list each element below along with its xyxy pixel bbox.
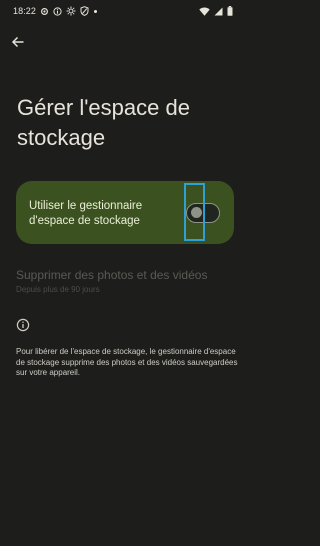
back-button[interactable] xyxy=(8,32,28,52)
info-description: Pour libérer de l'espace de stockage, le… xyxy=(16,347,238,377)
status-notification-icons xyxy=(40,6,98,16)
delete-photos-title: Supprimer des photos et des vidéos xyxy=(16,268,208,282)
shield-icon xyxy=(80,6,89,16)
battery-icon xyxy=(227,6,233,16)
wifi-icon xyxy=(199,7,210,16)
status-bar: 18:22 xyxy=(0,0,245,24)
toggle-thumb xyxy=(191,207,202,218)
signal-icon xyxy=(214,7,223,15)
delete-photos-subtitle: Depuis plus de 90 jours xyxy=(16,285,100,294)
storage-manager-toggle[interactable] xyxy=(186,203,220,223)
delete-photos-item: Supprimer des photos et des vidéos Depui… xyxy=(16,267,234,301)
info-icon xyxy=(16,318,30,332)
page-title: Gérer l'espace de stockage xyxy=(17,95,190,150)
settings-icon xyxy=(41,7,48,15)
info-circle-icon xyxy=(53,6,62,16)
notification-dot-icon xyxy=(94,9,97,13)
brightness-icon xyxy=(66,6,76,16)
status-time: 18:22 xyxy=(13,6,37,16)
arrow-left-icon xyxy=(11,36,24,48)
status-system-icons xyxy=(199,6,233,16)
storage-manager-label: Utiliser le gestionnaire d'espace de sto… xyxy=(29,200,143,227)
